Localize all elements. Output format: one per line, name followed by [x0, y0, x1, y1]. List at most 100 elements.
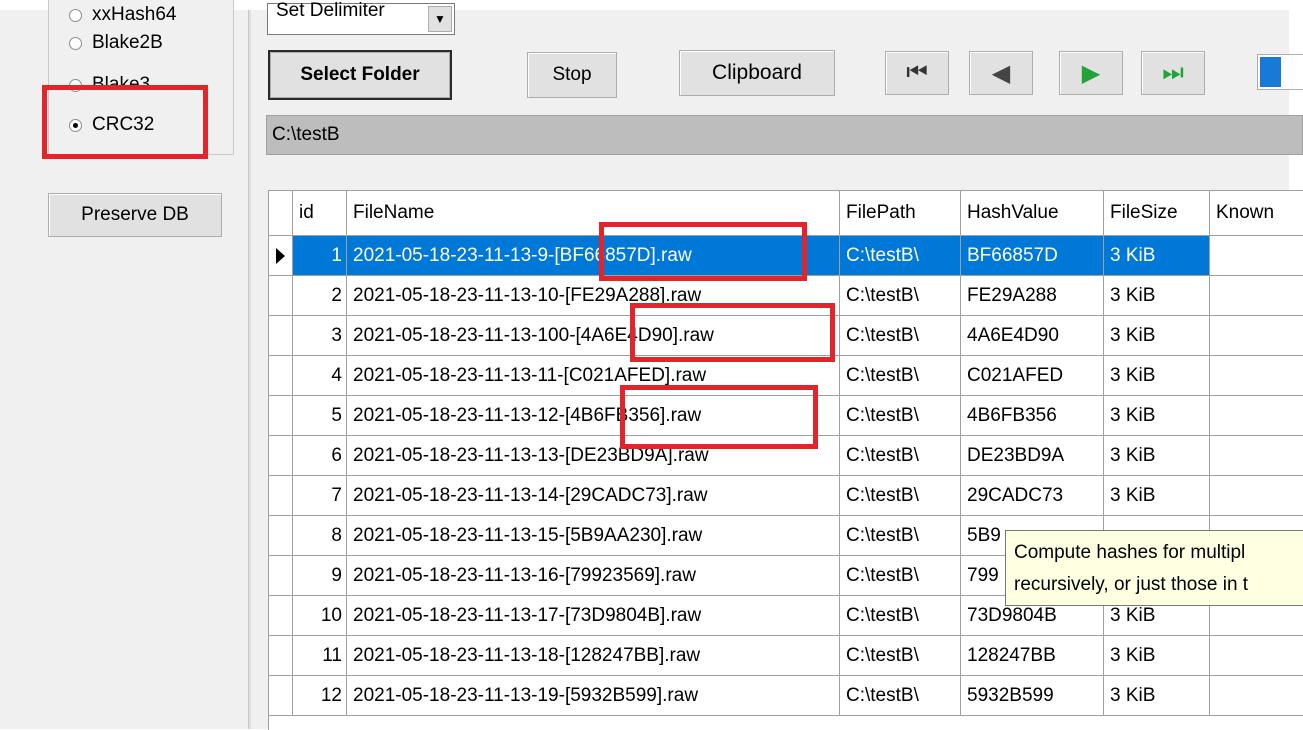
first-record-button[interactable]: ⏮ [885, 51, 949, 95]
cell-filesize[interactable]: 3 KiB [1104, 236, 1210, 275]
cell-filesize[interactable]: 3 KiB [1104, 636, 1210, 675]
cell-filepath[interactable]: C:\testB\ [840, 516, 961, 555]
cell-id[interactable]: 7 [293, 476, 347, 515]
next-record-button[interactable]: ▶ [1059, 51, 1123, 95]
row-selector[interactable] [269, 356, 293, 395]
cell-id[interactable]: 8 [293, 516, 347, 555]
tooltip-line: recursively, or just those in t [1014, 574, 1249, 595]
cell-filename[interactable]: 2021-05-18-23-11-13-15-[5B9AA230].raw [347, 516, 840, 555]
cell-id[interactable]: 12 [293, 676, 347, 715]
cell-filename[interactable]: 2021-05-18-23-11-13-14-[29CADC73].raw [347, 476, 840, 515]
progress-fill [1260, 57, 1281, 87]
cell-filesize[interactable]: 3 KiB [1104, 316, 1210, 355]
column-header-hashvalue[interactable]: HashValue [961, 191, 1104, 235]
progress-bar [1257, 54, 1303, 90]
cell-filepath[interactable]: C:\testB\ [840, 676, 961, 715]
highlight-hash-5 [620, 385, 818, 449]
cell-filename[interactable]: 2021-05-18-23-11-13-16-[79923569].raw [347, 556, 840, 595]
table-row[interactable]: 11 2021-05-18-23-11-13-18-[128247BB].raw C… [269, 636, 1303, 676]
cell-hashvalue[interactable]: FE29A288 [961, 276, 1104, 315]
table-row[interactable]: 7 2021-05-18-23-11-13-14-[29CADC73].raw C:… [269, 476, 1303, 516]
cell-filesize[interactable]: 3 KiB [1104, 436, 1210, 475]
table-row[interactable]: 12 2021-05-18-23-11-13-19-[5932B599].raw C… [269, 676, 1303, 716]
last-record-button[interactable]: ⏭ [1141, 51, 1205, 95]
cell-filepath[interactable]: C:\testB\ [840, 556, 961, 595]
next-icon: ▶ [1081, 59, 1101, 87]
cell-hashvalue[interactable]: 4B6FB356 [961, 396, 1104, 435]
cell-filename[interactable]: 2021-05-18-23-11-13-18-[128247BB].raw [347, 636, 840, 675]
cell-filepath[interactable]: C:\testB\ [840, 476, 961, 515]
row-selector[interactable] [269, 676, 293, 715]
row-selector[interactable] [269, 636, 293, 675]
cell-hashvalue[interactable]: C021AFED [961, 356, 1104, 395]
cell-filepath[interactable]: C:\testB\ [840, 596, 961, 635]
cell-id[interactable]: 11 [293, 636, 347, 675]
cell-filepath[interactable]: C:\testB\ [840, 316, 961, 355]
cell-known[interactable] [1210, 316, 1303, 355]
previous-record-button[interactable]: ◀ [969, 51, 1033, 95]
cell-known[interactable] [1210, 636, 1303, 675]
column-header-filesize[interactable]: FileSize [1104, 191, 1210, 235]
column-header-id[interactable]: id [293, 191, 347, 235]
cell-id[interactable]: 4 [293, 356, 347, 395]
column-header-filepath[interactable]: FilePath [840, 191, 961, 235]
cell-known[interactable] [1210, 436, 1303, 475]
cell-known[interactable] [1210, 356, 1303, 395]
cell-id[interactable]: 9 [293, 556, 347, 595]
cell-id[interactable]: 6 [293, 436, 347, 475]
cell-filepath[interactable]: C:\testB\ [840, 436, 961, 475]
row-selector[interactable] [269, 476, 293, 515]
cell-filepath[interactable]: C:\testB\ [840, 276, 961, 315]
select-folder-button[interactable]: Select Folder [268, 50, 452, 100]
cell-filepath[interactable]: C:\testB\ [840, 396, 961, 435]
cell-hashvalue[interactable]: 5932B599 [961, 676, 1104, 715]
radio-xxhash64[interactable]: xxHash64 [69, 2, 177, 28]
clipboard-button[interactable]: Clipboard [679, 50, 835, 96]
cell-filesize[interactable]: 3 KiB [1104, 676, 1210, 715]
cell-known[interactable] [1210, 396, 1303, 435]
row-selector[interactable] [269, 596, 293, 635]
delimiter-select[interactable]: Set Delimiter ▼ [267, 0, 455, 35]
cell-id[interactable]: 1 [293, 236, 347, 275]
cell-known[interactable] [1210, 476, 1303, 515]
cell-hashvalue[interactable]: 128247BB [961, 636, 1104, 675]
cell-id[interactable]: 3 [293, 316, 347, 355]
preserve-db-button[interactable]: Preserve DB [48, 193, 222, 237]
row-selector[interactable] [269, 396, 293, 435]
cell-id[interactable]: 2 [293, 276, 347, 315]
row-selector[interactable] [269, 556, 293, 595]
row-header-corner [269, 191, 293, 235]
cell-filename[interactable]: 2021-05-18-23-11-13-19-[5932B599].raw [347, 676, 840, 715]
skip-last-icon: ⏭ [1162, 59, 1184, 86]
app-window: xxHash64 Blake2B Blake3 CRC32 Preserve D… [0, 0, 1303, 730]
cell-known[interactable] [1210, 236, 1303, 275]
stop-button[interactable]: Stop [527, 52, 617, 98]
tooltip-line: Compute hashes for multipl [1014, 542, 1246, 563]
cell-hashvalue[interactable]: 29CADC73 [961, 476, 1104, 515]
row-selector[interactable] [269, 276, 293, 315]
row-selector[interactable] [269, 436, 293, 475]
cell-hashvalue[interactable]: 4A6E4D90 [961, 316, 1104, 355]
cell-known[interactable] [1210, 276, 1303, 315]
row-selector[interactable] [269, 316, 293, 355]
cell-filesize[interactable]: 3 KiB [1104, 476, 1210, 515]
radio-blake2b[interactable]: Blake2B [69, 30, 163, 56]
cell-filepath[interactable]: C:\testB\ [840, 636, 961, 675]
radio-label: xxHash64 [92, 4, 177, 25]
cell-id[interactable]: 10 [293, 596, 347, 635]
cell-hashvalue[interactable]: BF66857D [961, 236, 1104, 275]
cell-filename[interactable]: 2021-05-18-23-11-13-17-[73D9804B].raw [347, 596, 840, 635]
column-header-known[interactable]: Known [1210, 191, 1303, 235]
cell-known[interactable] [1210, 676, 1303, 715]
row-selector[interactable] [269, 236, 293, 275]
row-selector[interactable] [269, 516, 293, 555]
cell-hashvalue[interactable]: DE23BD9A [961, 436, 1104, 475]
chevron-down-icon[interactable]: ▼ [428, 6, 452, 32]
cell-filepath[interactable]: C:\testB\ [840, 236, 961, 275]
cell-filesize[interactable]: 3 KiB [1104, 356, 1210, 395]
cell-filepath[interactable]: C:\testB\ [840, 356, 961, 395]
cell-id[interactable]: 5 [293, 396, 347, 435]
highlight-hash-1 [599, 222, 807, 281]
cell-filesize[interactable]: 3 KiB [1104, 276, 1210, 315]
cell-filesize[interactable]: 3 KiB [1104, 396, 1210, 435]
